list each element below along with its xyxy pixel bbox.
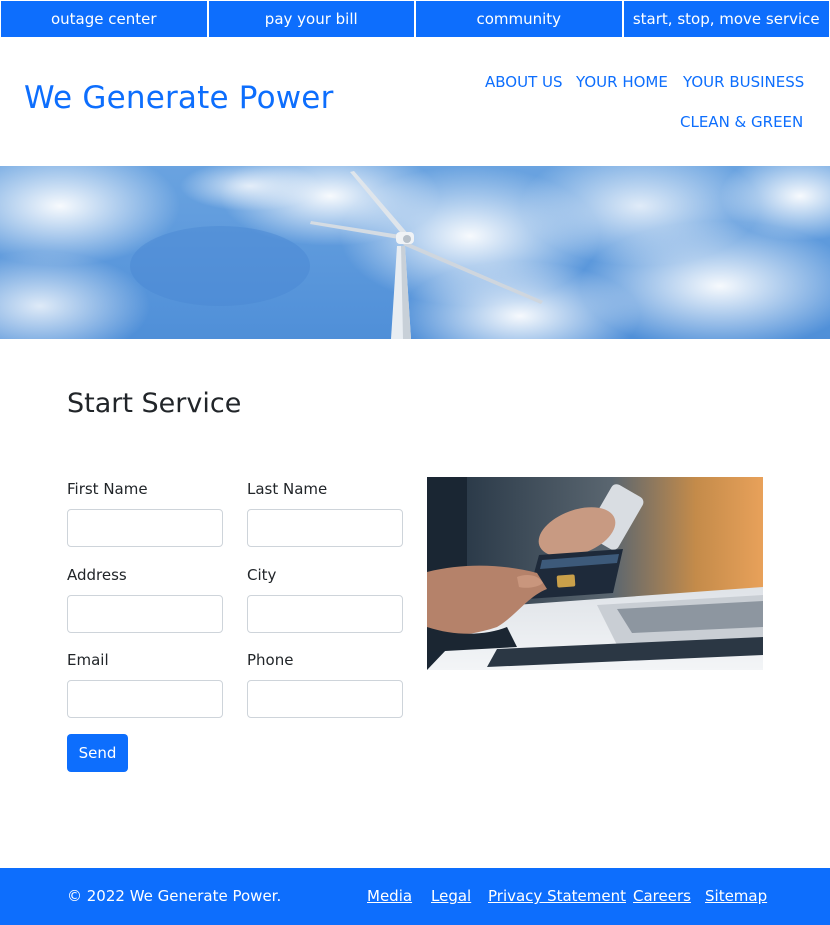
footer-link-media[interactable]: Media	[367, 887, 412, 905]
footer-link-sitemap[interactable]: Sitemap	[705, 887, 767, 905]
nav-clean-green[interactable]: CLEAN & GREEN	[680, 113, 803, 131]
phone-input[interactable]	[247, 680, 403, 718]
nav-your-business[interactable]: YOUR BUSINESS	[683, 73, 804, 91]
copyright-text: © 2022 We Generate Power.	[67, 887, 282, 905]
outage-center-link[interactable]: outage center	[1, 1, 207, 37]
city-input[interactable]	[247, 595, 403, 633]
utility-bar: outage center pay your bill community st…	[0, 0, 830, 37]
site-footer: © 2022 We Generate Power. Media Legal Pr…	[0, 868, 830, 925]
footer-link-privacy-statement[interactable]: Privacy Statement	[488, 887, 626, 905]
phone-label: Phone	[247, 651, 294, 669]
last-name-input[interactable]	[247, 509, 403, 547]
first-name-label: First Name	[67, 480, 148, 498]
nav-your-home[interactable]: YOUR HOME	[576, 73, 668, 91]
nav-about-us[interactable]: ABOUT US	[485, 73, 563, 91]
credit-card-payment-image	[427, 477, 763, 670]
card-and-laptop-illustration	[427, 477, 763, 670]
footer-link-legal[interactable]: Legal	[431, 887, 471, 905]
city-label: City	[247, 566, 277, 584]
send-button[interactable]: Send	[67, 734, 128, 772]
address-label: Address	[67, 566, 127, 584]
hero-wind-turbine-image	[0, 166, 830, 339]
last-name-label: Last Name	[247, 480, 328, 498]
email-label: Email	[67, 651, 109, 669]
start-stop-move-service-link[interactable]: start, stop, move service	[623, 1, 829, 37]
pay-bill-link[interactable]: pay your bill	[208, 1, 414, 37]
address-input[interactable]	[67, 595, 223, 633]
wind-turbine-illustration	[0, 166, 830, 339]
site-logo-link[interactable]: We Generate Power	[24, 80, 334, 116]
community-link[interactable]: community	[416, 1, 622, 37]
email-input[interactable]	[67, 680, 223, 718]
footer-link-careers[interactable]: Careers	[633, 887, 691, 905]
page-title: Start Service	[67, 388, 242, 419]
first-name-input[interactable]	[67, 509, 223, 547]
